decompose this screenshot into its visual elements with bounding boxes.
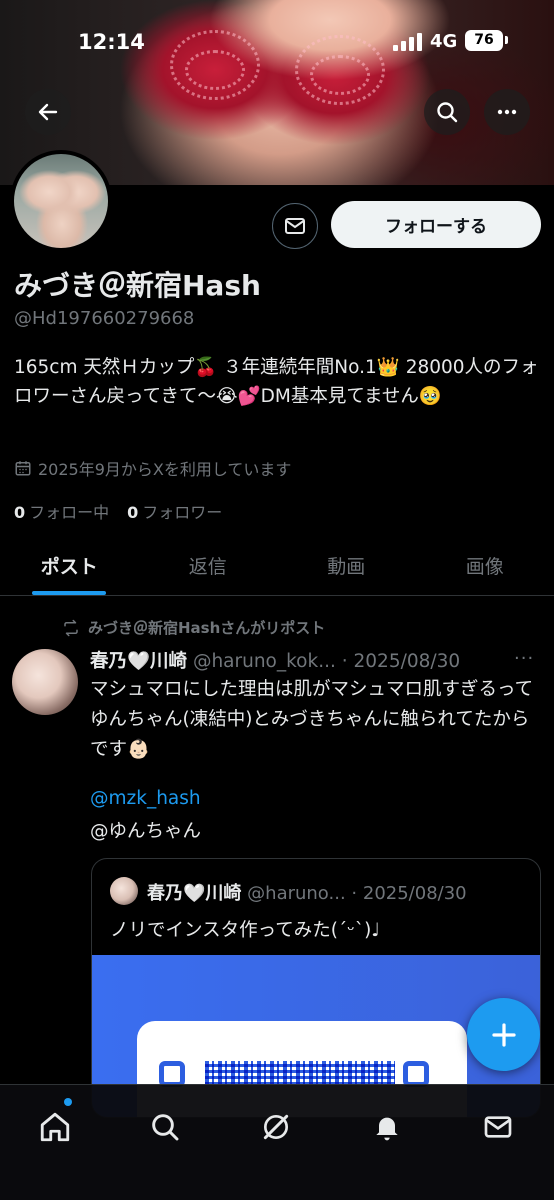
followers-link[interactable]: 0 フォロワー <box>127 499 222 523</box>
follow-button[interactable]: フォローする <box>331 201 541 248</box>
envelope-icon <box>484 1116 512 1138</box>
avatar-image <box>14 154 108 248</box>
post-author-avatar[interactable] <box>12 649 78 715</box>
arrow-left-icon <box>38 103 58 121</box>
calendar-icon <box>15 461 31 476</box>
follow-counts: 0 フォロー中 0 フォロワー <box>14 499 222 523</box>
tab-posts[interactable]: ポスト <box>0 544 139 595</box>
profile-bio: 165cm 天然Ｈカップ🍒 ３年連続年間No.1👑 28000人のフォロワーさん… <box>14 357 539 407</box>
plus-icon <box>491 1022 516 1047</box>
followers-count: 0 <box>127 503 139 522</box>
mention-link[interactable]: @mzk_hash <box>90 788 201 809</box>
search-icon <box>437 102 458 123</box>
user-handle: @Hd197660279668 <box>14 308 195 329</box>
tab-videos[interactable]: 動画 <box>277 544 416 595</box>
grok-icon <box>263 1114 289 1140</box>
battery-icon: 76 <box>465 30 503 51</box>
status-time: 12:14 <box>78 30 145 54</box>
nav-notifications[interactable] <box>365 1105 409 1149</box>
nav-messages[interactable] <box>476 1105 520 1149</box>
network-type: 4G <box>430 31 458 52</box>
tab-label: 画像 <box>465 556 504 578</box>
nav-search[interactable] <box>143 1105 187 1149</box>
tab-replies[interactable]: 返信 <box>139 544 278 595</box>
mention-text: @ゆんちゃん <box>90 821 202 842</box>
tab-label: ポスト <box>40 556 98 578</box>
post-author-name[interactable]: 春乃🤍川崎 <box>90 651 187 672</box>
repost-indicator: みづき＠新宿Hashさんがリポスト <box>62 617 325 638</box>
following-link[interactable]: 0 フォロー中 <box>14 499 109 523</box>
quote-text: ノリでインスタ作ってみた(ˊᵕˋ)♩ <box>110 920 381 941</box>
notification-dot <box>64 1098 72 1106</box>
search-icon <box>152 1114 179 1141</box>
quote-date: · 2025/08/30 <box>351 883 467 904</box>
bottom-nav <box>0 1084 554 1200</box>
repost-label: みづき＠新宿Hashさんがリポスト <box>88 619 326 637</box>
back-button[interactable] <box>25 89 71 135</box>
post-date[interactable]: · 2025/08/30 <box>342 651 460 672</box>
following-count: 0 <box>14 503 26 522</box>
envelope-icon <box>285 218 305 234</box>
bell-icon <box>376 1117 398 1141</box>
display-name: みづき＠新宿Hash <box>14 269 261 302</box>
nav-grok[interactable] <box>254 1105 298 1149</box>
quote-header: 春乃🤍川崎 @haruno... · 2025/08/30 <box>147 879 537 905</box>
nav-home[interactable] <box>33 1105 77 1149</box>
post-author-handle[interactable]: @haruno_kok... <box>193 651 336 672</box>
profile-avatar[interactable] <box>10 150 112 252</box>
search-button[interactable] <box>424 89 470 135</box>
post-more-icon[interactable]: ··· <box>514 648 534 669</box>
post-header: 春乃🤍川崎 @haruno_kok... · 2025/08/30 <box>90 647 510 673</box>
active-tab-indicator <box>32 591 107 595</box>
home-icon <box>40 1112 70 1142</box>
tab-label: 動画 <box>327 556 366 578</box>
quote-author-avatar <box>110 877 138 905</box>
signal-icon <box>393 33 422 51</box>
repost-icon <box>64 619 78 636</box>
quote-author-handle: @haruno... <box>247 883 346 904</box>
compose-button[interactable] <box>467 998 540 1071</box>
quote-author-name: 春乃🤍川崎 <box>147 883 242 904</box>
joined-date: 2025年9月からXを利用しています <box>14 456 291 480</box>
battery-tip <box>505 36 508 44</box>
followers-label: フォロワー <box>142 503 223 522</box>
post-text: マシュマロにした理由は肌がマシュマロ肌すぎるってゆんちゃん(凍結中)とみづきちゃ… <box>90 679 534 760</box>
qr-code-pattern <box>205 1061 395 1085</box>
more-button[interactable] <box>484 89 530 135</box>
tab-label: 返信 <box>188 556 227 578</box>
quoted-post[interactable]: 春乃🤍川崎 @haruno... · 2025/08/30 ノリでインスタ作って… <box>91 858 541 1118</box>
tab-images[interactable]: 画像 <box>416 544 554 595</box>
status-bar: 12:14 4G 76 <box>0 0 554 80</box>
following-label: フォロー中 <box>29 503 110 522</box>
message-button[interactable] <box>272 203 318 249</box>
profile-tabs: ポスト 返信 動画 画像 <box>0 544 554 596</box>
more-horizontal-icon <box>497 109 517 115</box>
joined-text: 2025年9月からXを利用しています <box>38 460 292 479</box>
